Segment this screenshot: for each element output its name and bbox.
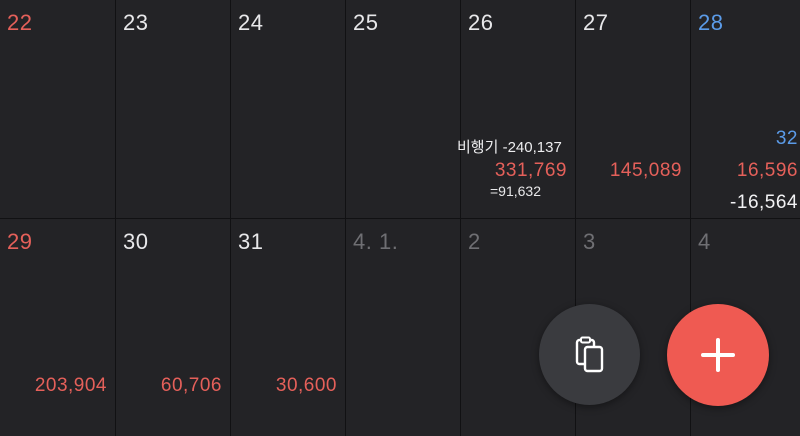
day-cell-28[interactable]: 28 32 16,596 -16,564	[691, 0, 800, 218]
day-cell-25[interactable]: 25	[346, 0, 460, 218]
day-number: 2	[468, 229, 481, 254]
day-number: 29	[7, 229, 33, 254]
day-number: 25	[353, 10, 379, 35]
copy-button[interactable]	[539, 304, 640, 405]
day-cell-26[interactable]: 26 331,769 =91,632	[461, 0, 575, 218]
day-cell-29[interactable]: 29 203,904	[0, 219, 115, 436]
day-cell-24[interactable]: 24	[231, 0, 345, 218]
expense-amount: 203,904	[34, 375, 107, 396]
day-number: 28	[698, 10, 724, 35]
add-button[interactable]	[667, 304, 769, 406]
total-amount: -16,564	[730, 192, 798, 213]
expense-amount: 60,706	[160, 375, 222, 396]
day-cell-31[interactable]: 31 30,600	[231, 219, 345, 436]
expense-amount: 331,769	[494, 160, 567, 181]
plus-icon	[701, 338, 735, 372]
day-number: 22	[7, 10, 33, 35]
day-number: 26	[468, 10, 494, 35]
day-number: 31	[238, 229, 264, 254]
day-number: 24	[238, 10, 264, 35]
day-cell-22[interactable]: 22	[0, 0, 115, 218]
expense-amount: 30,600	[275, 375, 337, 396]
expense-amount: 145,089	[609, 160, 682, 181]
income-amount: 32	[775, 128, 798, 149]
day-number: 3	[583, 229, 596, 254]
day-number: 4	[698, 229, 711, 254]
memo-note: 비행기 -240,137	[457, 139, 562, 156]
day-number: 4. 1.	[353, 229, 399, 254]
day-number: 30	[123, 229, 149, 254]
expense-amount: 16,596	[736, 160, 798, 181]
day-cell-30[interactable]: 30 60,706	[116, 219, 230, 436]
day-number: 27	[583, 10, 609, 35]
day-cell-23[interactable]: 23	[116, 0, 230, 218]
day-cell-27[interactable]: 27 145,089	[576, 0, 690, 218]
total-amount: =91,632	[490, 183, 541, 199]
copy-icon	[575, 336, 603, 372]
day-number: 23	[123, 10, 149, 35]
day-cell-next-1[interactable]: 4. 1.	[346, 219, 460, 436]
